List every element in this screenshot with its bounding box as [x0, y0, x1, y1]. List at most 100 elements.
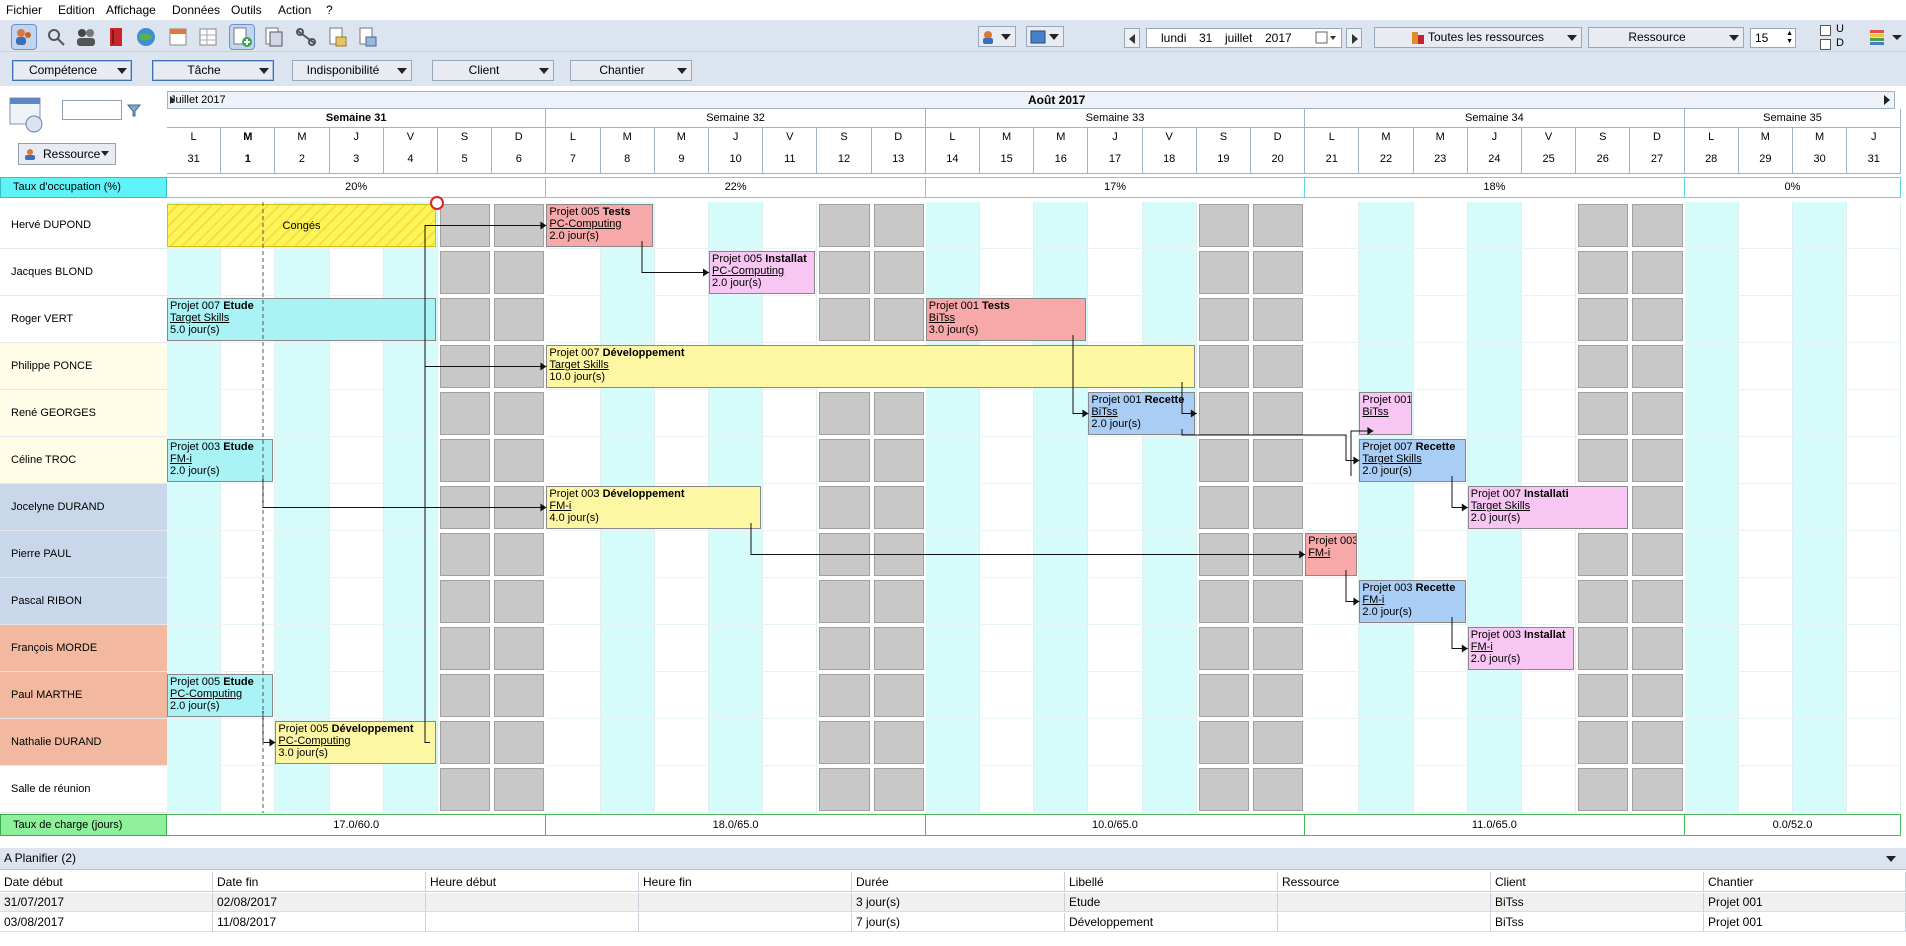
calendar-dropdown-icon[interactable]	[1315, 31, 1337, 45]
day-cell[interactable]	[1793, 531, 1848, 578]
day-cell[interactable]	[1413, 296, 1468, 343]
day-cell[interactable]	[1198, 345, 1249, 388]
menu-?[interactable]: ?	[326, 3, 333, 17]
day-cell[interactable]	[167, 390, 222, 437]
day-cell[interactable]	[329, 390, 384, 437]
resource-name[interactable]: Jacques BLOND	[0, 249, 167, 296]
day-cell[interactable]	[1632, 768, 1683, 811]
day-cell[interactable]	[1253, 204, 1304, 247]
table-cell[interactable]: 3 jour(s)	[852, 893, 1065, 912]
day-cell[interactable]	[383, 343, 438, 390]
day-cell[interactable]	[819, 392, 870, 435]
day-cell[interactable]	[1578, 345, 1629, 388]
day-cell[interactable]	[763, 578, 818, 625]
day-cell[interactable]	[709, 719, 764, 766]
table-cell[interactable]: Projet 001	[1704, 913, 1906, 932]
day-cell[interactable]	[819, 533, 870, 576]
table-cell[interactable]: BiTss	[1491, 893, 1704, 912]
resources-filter-dropdown[interactable]: Toutes les ressources	[1374, 27, 1582, 48]
day-cell[interactable]	[980, 625, 1035, 672]
checkbox-u[interactable]	[1820, 25, 1831, 36]
task-client[interactable]: FM-i	[1362, 594, 1464, 606]
day-cell[interactable]	[1253, 298, 1304, 341]
column-header[interactable]: Durée	[852, 872, 1065, 892]
day-cell[interactable]	[1847, 437, 1902, 484]
day-cell[interactable]	[763, 296, 818, 343]
task-client[interactable]: FM-i	[1308, 547, 1356, 559]
day-cell[interactable]	[1413, 202, 1468, 249]
day-cell[interactable]	[167, 531, 222, 578]
day-cell[interactable]	[925, 249, 980, 296]
view-mode-dropdown[interactable]: Ressource	[1588, 27, 1744, 48]
day-cell[interactable]	[1738, 578, 1793, 625]
day-cell[interactable]	[1253, 580, 1304, 623]
resource-name[interactable]: Pierre PAUL	[0, 531, 167, 578]
day-cell[interactable]	[1847, 578, 1902, 625]
day-cell[interactable]	[383, 625, 438, 672]
day-cell[interactable]	[1847, 202, 1902, 249]
day-cell[interactable]	[167, 343, 222, 390]
day-cell[interactable]	[1142, 437, 1197, 484]
previous-date-button[interactable]	[1124, 28, 1140, 48]
day-cell[interactable]	[600, 578, 655, 625]
task-block[interactable]: Projet 001 Recette BiTss 2.0 jour(s)	[1088, 392, 1195, 435]
day-cell[interactable]	[1793, 343, 1848, 390]
day-cell[interactable]	[1359, 343, 1414, 390]
day-cell[interactable]	[925, 484, 980, 531]
day-cell[interactable]	[221, 484, 276, 531]
day-cell[interactable]	[275, 672, 330, 719]
day-cell[interactable]	[1793, 766, 1848, 813]
table-cell[interactable]	[426, 893, 639, 912]
day-cell[interactable]	[494, 298, 545, 341]
table-cell[interactable]: 02/08/2017	[213, 893, 426, 912]
menu-edition[interactable]: Edition	[58, 3, 95, 17]
day-cell[interactable]	[221, 390, 276, 437]
day-cell[interactable]	[819, 439, 870, 482]
day-cell[interactable]	[873, 298, 924, 341]
day-cell[interactable]	[1847, 484, 1902, 531]
day-cell[interactable]	[275, 390, 330, 437]
task-client[interactable]: Target Skills	[1471, 500, 1628, 512]
day-cell[interactable]	[1578, 768, 1629, 811]
day-cell[interactable]	[1793, 719, 1848, 766]
day-cell[interactable]	[654, 437, 709, 484]
day-cell[interactable]	[1847, 625, 1902, 672]
table-icon[interactable]	[196, 25, 220, 49]
date-picker[interactable]: lundi 31 juillet 2017	[1146, 28, 1342, 48]
day-cell[interactable]	[1738, 390, 1793, 437]
task-client[interactable]: PC-Computing	[278, 735, 435, 747]
globe-icon[interactable]	[134, 25, 158, 49]
day-cell[interactable]	[1198, 251, 1249, 294]
day-cell[interactable]	[494, 627, 545, 670]
day-cell[interactable]	[1088, 531, 1143, 578]
task-block[interactable]: Projet 001 Tests BiTss 3.0 jour(s)	[925, 298, 1087, 341]
day-cell[interactable]	[221, 766, 276, 813]
day-cell[interactable]	[1578, 298, 1629, 341]
day-cell[interactable]	[1088, 202, 1143, 249]
day-cell[interactable]	[329, 531, 384, 578]
menu-outils[interactable]: Outils	[231, 3, 262, 17]
day-cell[interactable]	[329, 437, 384, 484]
table-cell[interactable]: 7 jour(s)	[852, 913, 1065, 932]
day-cell[interactable]	[819, 768, 870, 811]
resources-view-icon[interactable]	[11, 24, 37, 50]
day-cell[interactable]	[1522, 578, 1577, 625]
day-cell[interactable]	[1198, 580, 1249, 623]
day-cell[interactable]	[819, 627, 870, 670]
day-cell[interactable]	[980, 766, 1035, 813]
day-cell[interactable]	[1632, 533, 1683, 576]
day-cell[interactable]	[1253, 486, 1304, 529]
day-cell[interactable]	[1684, 766, 1739, 813]
day-cell[interactable]	[873, 251, 924, 294]
day-cell[interactable]	[980, 437, 1035, 484]
table-cell[interactable]	[639, 893, 852, 912]
day-cell[interactable]	[1034, 578, 1089, 625]
day-cell[interactable]	[925, 625, 980, 672]
day-cell[interactable]	[1142, 625, 1197, 672]
day-cell[interactable]	[1305, 766, 1360, 813]
task-client[interactable]: BiTss	[1091, 406, 1193, 418]
task-block[interactable]: Projet 003 Recette FM-i 2.0 jour(s)	[1359, 580, 1466, 623]
month-scroll-left-icon[interactable]	[170, 96, 175, 104]
day-cell[interactable]	[383, 766, 438, 813]
day-cell[interactable]	[1467, 766, 1522, 813]
